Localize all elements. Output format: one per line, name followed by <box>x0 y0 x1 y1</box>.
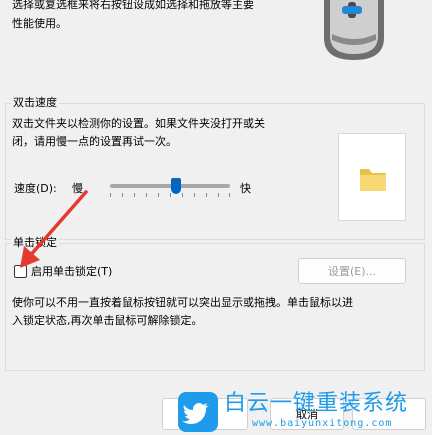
double-click-title: 双击速度 <box>11 96 59 109</box>
slider-tick <box>146 193 147 197</box>
slider-tick <box>229 193 230 197</box>
folder-icon <box>360 169 386 191</box>
twitter-bird-logo <box>178 392 218 432</box>
slider-tick <box>122 193 123 197</box>
slider-tick <box>170 193 171 197</box>
click-lock-desc-line-2: 入锁定状态,再次单击鼠标可解除锁定。 <box>12 314 203 327</box>
red-arrow-icon <box>20 190 88 268</box>
slider-tick <box>110 193 111 197</box>
top-description-line-2: 性能使用。 <box>12 17 67 30</box>
watermark-title: 白云一键重装系统 <box>224 391 409 416</box>
test-folder-box[interactable] <box>338 133 406 221</box>
slider-tick <box>206 193 207 197</box>
speed-slider[interactable] <box>108 176 232 200</box>
slider-tick <box>218 193 219 197</box>
double-click-desc-line-2: 闭，请用慢一点的设置再试一次。 <box>12 135 177 148</box>
click-lock-settings-button[interactable]: 设置(E)... <box>298 258 406 284</box>
top-description-line-1: 选择或复选框来将右按钮设成如选择和拖放等主要 <box>12 0 254 11</box>
slider-track <box>110 184 230 188</box>
click-lock-desc-line-1: 使你可以不用一直按着鼠标按钮就可以突出显示或拖拽。单击鼠标以进 <box>12 296 353 309</box>
slider-tick <box>182 193 183 197</box>
top-description: 选择或复选框来将右按钮设成如选择和拖放等主要 性能使用。 <box>12 0 312 33</box>
watermark-url: www.baiyunxitong.com <box>252 418 393 429</box>
slider-tick <box>194 193 195 197</box>
bird-icon <box>182 403 209 424</box>
double-click-desc-line-1: 双击文件夹以检测你的设置。如果文件夹没打开或关 <box>12 117 265 130</box>
fast-label: 快 <box>240 182 251 195</box>
mouse-illustration <box>320 0 390 62</box>
watermark: 白云一键重装系统 www.baiyunxitong.com <box>178 390 428 434</box>
slider-tick <box>158 193 159 197</box>
mouse-icon <box>324 0 384 60</box>
slider-thumb[interactable] <box>171 178 181 194</box>
slider-tick <box>134 193 135 197</box>
